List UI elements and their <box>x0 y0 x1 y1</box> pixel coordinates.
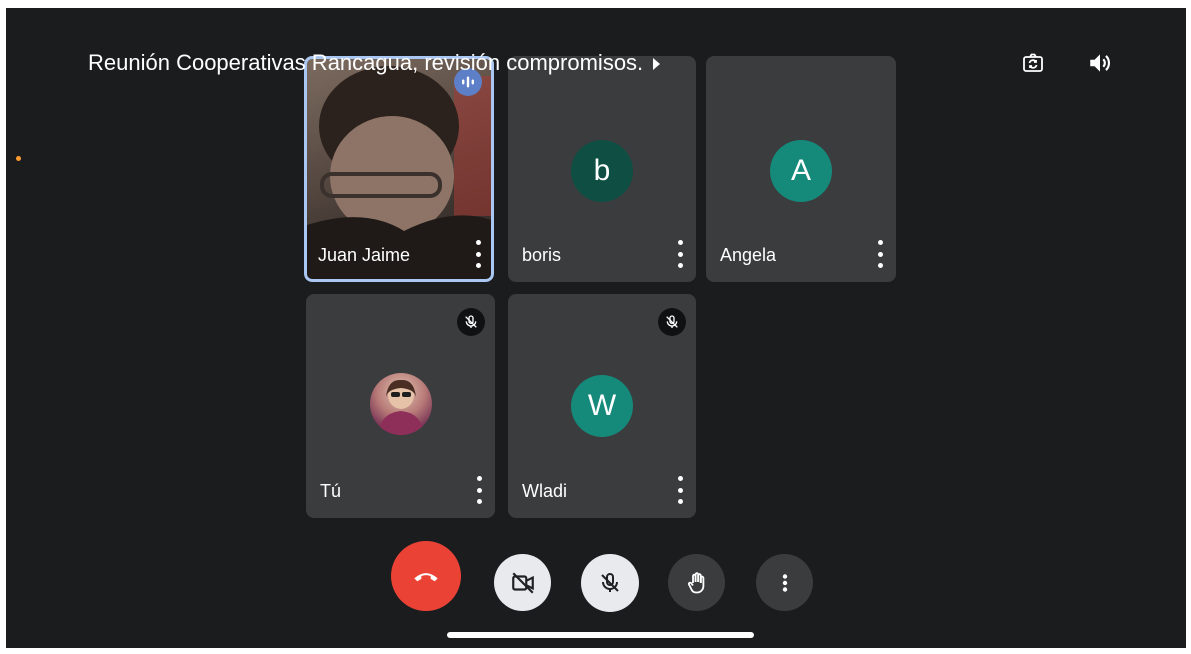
mic-off-icon <box>658 308 686 336</box>
mic-off-icon <box>457 308 485 336</box>
home-indicator[interactable] <box>447 632 754 638</box>
end-call-icon <box>414 573 438 582</box>
more-options-icon <box>782 573 787 592</box>
profile-photo-avatar <box>370 373 432 435</box>
more-vert-icon[interactable] <box>473 476 485 504</box>
camera-switch-icon[interactable] <box>1020 50 1046 76</box>
mic-toggle-button[interactable] <box>581 554 639 612</box>
more-vert-icon[interactable] <box>472 240 484 268</box>
participant-name: Angela <box>720 245 777 265</box>
end-call-button[interactable] <box>391 541 461 611</box>
meeting-screen: Reunión Cooperativas Rancagua, revisión … <box>6 8 1186 648</box>
avatar: W <box>571 375 633 437</box>
meeting-title-text: Reunión Cooperativas Rancagua, revisión … <box>88 50 644 75</box>
more-vert-icon[interactable] <box>874 240 886 268</box>
more-vert-icon[interactable] <box>674 240 686 268</box>
notification-dot <box>16 156 21 161</box>
chevron-right-icon <box>653 58 661 70</box>
avatar: b <box>571 140 633 202</box>
meeting-title[interactable]: Reunión Cooperativas Rancagua, revisión … <box>88 50 661 76</box>
avatar: A <box>770 140 832 202</box>
participant-tile-angela[interactable]: A Angela <box>706 56 896 282</box>
participant-tile-wladi[interactable]: W Wladi <box>508 294 696 518</box>
raise-hand-button[interactable] <box>668 554 725 611</box>
participant-name: Juan Jaime <box>318 245 411 265</box>
participant-name: boris <box>522 245 562 265</box>
participant-name: Wladi <box>522 481 568 501</box>
more-options-button[interactable] <box>756 554 813 611</box>
participant-tile-juan-jaime[interactable]: Juan Jaime <box>304 56 494 282</box>
more-vert-icon[interactable] <box>674 476 686 504</box>
participant-tile-self[interactable]: Tú <box>306 294 495 518</box>
camera-toggle-button[interactable] <box>494 554 551 611</box>
raise-hand-icon <box>687 571 704 593</box>
mic-off-icon <box>601 573 619 592</box>
camera-off-icon <box>511 571 534 594</box>
participant-tile-boris[interactable]: b boris <box>508 56 696 282</box>
speaker-icon[interactable] <box>1087 50 1113 76</box>
participant-name: Tú <box>320 481 342 501</box>
